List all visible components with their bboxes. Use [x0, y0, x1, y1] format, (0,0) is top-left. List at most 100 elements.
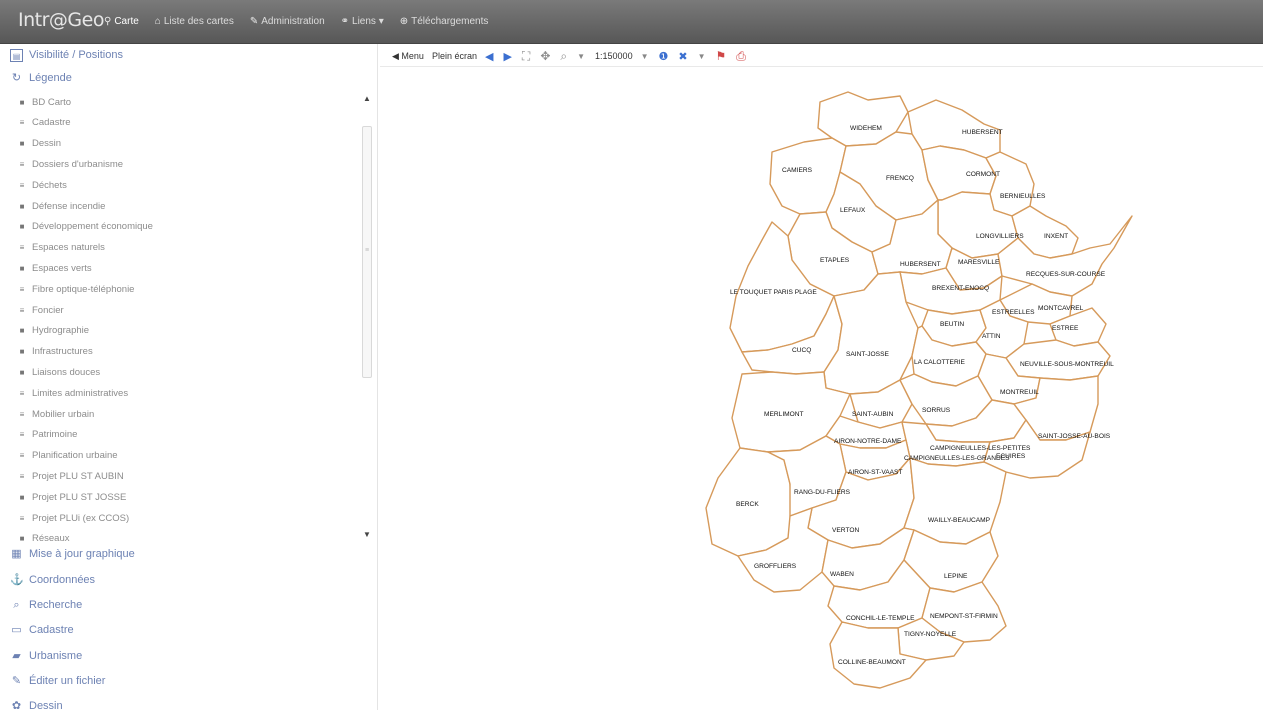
layer-expand-icon[interactable]: ■ [18, 347, 26, 356]
nav-item-telechargements[interactable]: ⊕ Téléchargements [400, 16, 489, 27]
commune-label: SAINT-AUBIN [852, 411, 894, 418]
legend-layer-item[interactable]: ≡ Déchets [18, 175, 67, 195]
commune-label: VERTON [832, 527, 859, 534]
commune-label: ESTREE [1052, 325, 1079, 332]
layer-expand-icon[interactable]: ■ [18, 98, 26, 107]
zoom-icon[interactable]: ⌕ [560, 49, 567, 64]
commune-label: HUBERSENT [962, 129, 1003, 136]
legend-layer-item[interactable]: ≡ Projet PLUi (ex CCOS) [18, 508, 129, 528]
commune-wailly-beaucamp[interactable] [903, 457, 1007, 545]
scroll-up-icon[interactable]: ▲ [362, 94, 372, 104]
legend-layer-item[interactable]: ■ Infrastructures [18, 342, 93, 362]
panel--diter-un-fichier[interactable]: ✎ Éditer un fichier [10, 671, 106, 691]
legend-layer-item[interactable]: ≡ Patrimoine [18, 425, 78, 445]
legend-layer-item[interactable]: ≡ Foncier [18, 300, 64, 320]
panel-recherche[interactable]: ⌕ Recherche [10, 595, 82, 615]
fullscreen-button[interactable]: Plein écran [432, 51, 477, 61]
layer-expand-icon[interactable]: ■ [18, 493, 26, 502]
nav-item-liens[interactable]: ⚭ Liens ▾ [341, 16, 384, 27]
commune-label: NEMPONT-ST-FIRMIN [930, 613, 998, 620]
legend-layer-item[interactable]: ≡ Dossiers d'urbanisme [18, 154, 123, 174]
legend-layer-list: ■ BD Carto ≡ Cadastre ■ Dessin ≡ Dossiers d'urb… [0, 92, 378, 545]
legend-layer-item[interactable]: ≡ Mobilier urbain [18, 404, 95, 424]
top-navigation-bar: Intr@Geo ⚲ Carte ⌂ Liste des cartes ✎ Ad… [0, 0, 1263, 44]
panel-visibility-positions[interactable]: ▤ Visibilité / Positions [10, 45, 123, 65]
flag-icon[interactable]: ⚑ [716, 49, 727, 63]
layer-expand-icon[interactable]: ≡ [18, 430, 26, 439]
scroll-down-icon[interactable]: ▼ [362, 530, 372, 540]
panel-cadastre[interactable]: ▭ Cadastre [10, 620, 73, 640]
legend-layer-item[interactable]: ■ Projet PLU ST JOSSE [18, 487, 127, 507]
layer-expand-icon[interactable]: ≡ [18, 472, 26, 481]
nav-item-liste-des-cartes[interactable]: ⌂ Liste des cartes [155, 16, 234, 27]
scrollbar-grip-icon[interactable]: ≡ [363, 247, 371, 255]
layer-label: Déchets [32, 179, 67, 191]
print-icon[interactable]: ⎙ [736, 49, 746, 64]
layer-expand-icon[interactable]: ■ [18, 534, 26, 543]
commune-map[interactable]: WIDEHEM HUBERSENT CAMIERS FRENCQ CORMONT BERN… [700, 88, 1145, 698]
commune-label: CAMIERS [782, 167, 813, 174]
layer-expand-icon[interactable]: ■ [18, 264, 26, 273]
previous-view-icon[interactable]: ◀ [485, 50, 493, 63]
panel-coordonn-es[interactable]: ⚓ Coordonnées [10, 570, 95, 590]
panel-legende[interactable]: ↻ Légende [10, 68, 72, 88]
nav-item-carte[interactable]: ⚲ Carte [104, 16, 139, 27]
layer-expand-icon[interactable]: ≡ [18, 410, 26, 419]
legend-layer-item[interactable]: ■ Espaces verts [18, 258, 92, 278]
legend-layer-item[interactable]: ■ Liaisons douces [18, 362, 101, 382]
panel-title: Recherche [29, 599, 83, 611]
layer-expand-icon[interactable]: ■ [18, 326, 26, 335]
layer-expand-icon[interactable]: ≡ [18, 451, 26, 460]
layer-expand-icon[interactable]: ■ [18, 368, 26, 377]
legend-layer-item[interactable]: ≡ Espaces naturels [18, 238, 105, 258]
layer-expand-icon[interactable]: ≡ [18, 243, 26, 252]
measure-dropdown-icon[interactable]: ▼ [698, 52, 706, 61]
layer-expand-icon[interactable]: ≡ [18, 181, 26, 190]
panel-dessin[interactable]: ✿ Dessin [10, 696, 63, 716]
info-icon[interactable]: ❶ [659, 50, 669, 63]
commune-label: CORMONT [966, 171, 1000, 178]
legend-layer-item[interactable]: ≡ Fibre optique-téléphonie [18, 279, 135, 299]
legend-layer-item[interactable]: ■ BD Carto [18, 92, 72, 112]
legend-layer-item[interactable]: ■ Développement économique [18, 217, 153, 237]
layer-expand-icon[interactable]: ≡ [18, 389, 26, 398]
scale-selector[interactable]: 1:150000 [595, 51, 633, 61]
layer-expand-icon[interactable]: ■ [18, 222, 26, 231]
home-icon: ⌂ [154, 16, 161, 27]
nav-item-administration[interactable]: ✎ Administration [250, 16, 325, 27]
scale-dropdown-icon[interactable]: ▼ [641, 52, 649, 61]
map-toolbar: ◀ Menu Plein écran ◀ ▶ ⛶ ✥ ⌕ ▼ 1:150000 … [392, 46, 756, 66]
menu-toggle-button[interactable]: ◀ Menu [392, 51, 424, 62]
layer-expand-icon[interactable]: ■ [18, 202, 26, 211]
full-extent-icon[interactable]: ⛶ [522, 49, 530, 64]
panel-mise-jour-graphique[interactable]: ▦ Mise à jour graphique [10, 544, 135, 564]
layer-expand-icon[interactable]: ■ [18, 139, 26, 148]
layer-expand-icon[interactable]: ≡ [18, 306, 26, 315]
zoom-dropdown-icon[interactable]: ▼ [577, 52, 585, 61]
commune-label: LONGVILLIERS [976, 233, 1024, 240]
legend-layer-item[interactable]: ≡ Cadastre [18, 113, 71, 133]
panel-urbanisme[interactable]: ▰ Urbanisme [10, 646, 82, 666]
legend-layer-item[interactable]: ■ Hydrographie [18, 321, 89, 341]
layers-icon: ▤ [10, 48, 23, 62]
layer-expand-icon[interactable]: ≡ [18, 160, 26, 169]
layer-expand-icon[interactable]: ≡ [18, 118, 26, 127]
legend-layer-item[interactable]: ■ Dessin [18, 134, 61, 154]
legend-layer-item[interactable]: ■ Défense incendie [18, 196, 106, 216]
layer-label: Liaisons douces [32, 366, 101, 378]
pan-icon[interactable]: ✥ [540, 49, 550, 63]
legend-layer-item[interactable]: ≡ Planification urbaine [18, 446, 118, 466]
legend-layer-item[interactable]: ≡ Limites administratives [18, 383, 128, 403]
commune-label: WIDEHEM [850, 125, 882, 132]
layer-label: Développement économique [32, 221, 153, 233]
commune-neuville[interactable] [1005, 339, 1111, 381]
legend-layer-item[interactable]: ≡ Projet PLU ST AUBIN [18, 466, 124, 486]
layer-label: Hydrographie [32, 325, 90, 337]
measure-icon[interactable]: ✖ [678, 50, 687, 63]
next-view-icon[interactable]: ▶ [503, 50, 511, 63]
top-nav-menu: ⚲ Carte ⌂ Liste des cartes ✎ Administrat… [104, 16, 504, 27]
nav-item-label: Téléchargements [411, 16, 489, 27]
layer-expand-icon[interactable]: ≡ [18, 514, 26, 523]
app-brand-logo[interactable]: Intr@Geo [18, 9, 104, 31]
layer-expand-icon[interactable]: ≡ [18, 285, 26, 294]
